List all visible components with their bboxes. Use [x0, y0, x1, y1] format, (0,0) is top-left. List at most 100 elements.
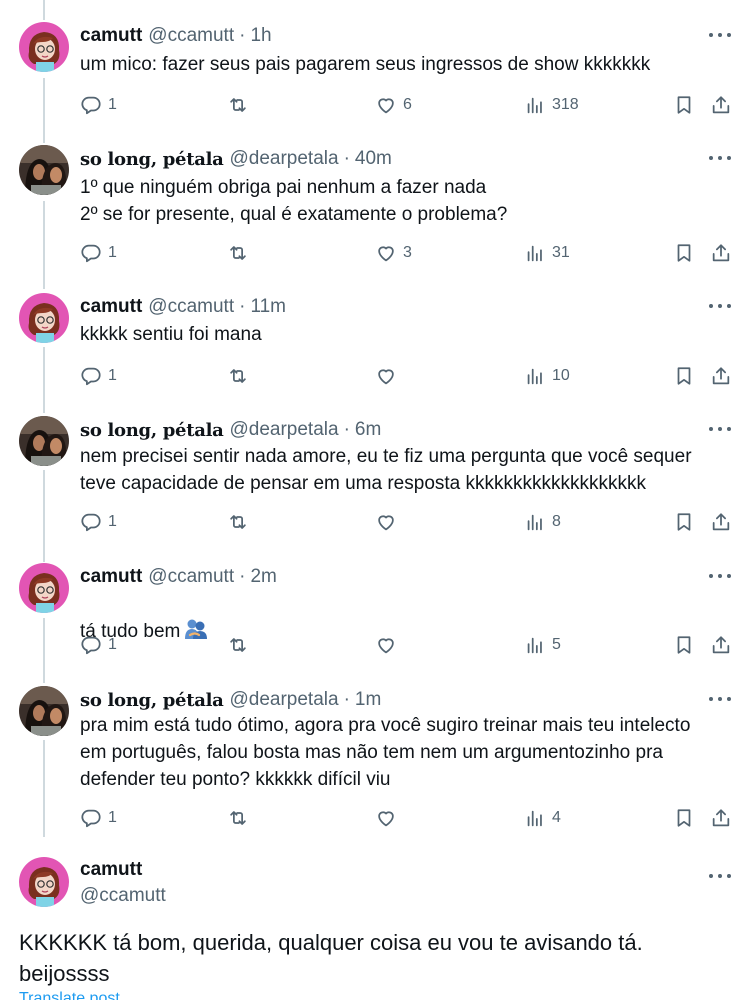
more-options-icon[interactable]: [709, 422, 731, 436]
share-icon: [712, 636, 730, 654]
bookmark-button[interactable]: [673, 241, 695, 265]
share-button[interactable]: [710, 633, 732, 657]
more-options-icon[interactable]: [709, 869, 731, 883]
analytics-icon: [527, 368, 542, 385]
display-name[interactable]: camutt: [80, 857, 166, 883]
reply-button[interactable]: 1: [80, 364, 117, 388]
bookmark-icon: [677, 367, 691, 385]
bookmark-button[interactable]: [673, 93, 695, 117]
timestamp[interactable]: 6m: [355, 419, 381, 441]
user-handle[interactable]: @ccamutt: [148, 296, 234, 318]
tweet-text: um mico: fazer seus pais pagarem seus in…: [80, 54, 651, 75]
translate-post-link[interactable]: Translate post: [19, 990, 120, 1000]
tweet[interactable]: so long, pétala @dearpetala · 6m nem pre…: [0, 416, 749, 541]
share-button[interactable]: [710, 806, 732, 830]
share-button[interactable]: [710, 364, 732, 388]
avatar[interactable]: [19, 686, 69, 736]
reply-button[interactable]: 1: [80, 93, 117, 117]
share-button[interactable]: [710, 510, 732, 534]
bookmark-button[interactable]: [673, 633, 695, 657]
views-button[interactable]: 5: [524, 633, 561, 657]
user-handle[interactable]: @dearpetala: [229, 419, 338, 441]
timestamp[interactable]: 1h: [250, 25, 271, 47]
bookmark-button[interactable]: [673, 806, 695, 830]
avatar[interactable]: [19, 857, 69, 907]
more-options-icon[interactable]: [709, 151, 731, 165]
avatar[interactable]: [19, 145, 69, 195]
bookmark-icon: [677, 809, 691, 827]
bookmark-icon: [677, 636, 691, 654]
more-options-icon[interactable]: [709, 28, 731, 42]
repost-button[interactable]: [227, 633, 255, 657]
view-count: 8: [552, 513, 561, 530]
timestamp[interactable]: 2m: [250, 566, 276, 588]
display-name[interactable]: so long, pétala: [80, 420, 224, 441]
user-handle[interactable]: @ccamutt: [80, 883, 166, 909]
repost-button[interactable]: [227, 510, 255, 534]
share-button[interactable]: [710, 93, 732, 117]
display-name[interactable]: camutt: [80, 25, 142, 47]
reply-button[interactable]: 1: [80, 510, 117, 534]
reply-button[interactable]: 1: [80, 241, 117, 265]
repost-button[interactable]: [227, 93, 255, 117]
like-button[interactable]: [375, 510, 403, 534]
reply-icon: [81, 513, 101, 532]
separator-dot: ·: [343, 689, 350, 710]
display-name[interactable]: so long, pétala: [80, 149, 224, 170]
more-options-icon[interactable]: [709, 692, 731, 706]
reply-count: 1: [108, 96, 117, 113]
like-button[interactable]: 3: [375, 241, 412, 265]
tweet[interactable]: camutt @ccamutt · 11m kkkkk sentiu foi m…: [0, 293, 749, 393]
like-button[interactable]: [375, 633, 403, 657]
views-button[interactable]: 31: [524, 241, 570, 265]
like-button[interactable]: [375, 806, 403, 830]
views-button[interactable]: 10: [524, 364, 570, 388]
separator-dot: ·: [343, 148, 350, 169]
more-options-icon[interactable]: [709, 299, 731, 313]
views-button[interactable]: 8: [524, 510, 561, 534]
heart-icon: [378, 246, 394, 262]
tweet[interactable]: camutt @ccamutt · 2m tá tudo bem 1 5: [0, 563, 749, 663]
avatar[interactable]: [19, 563, 69, 613]
tweet[interactable]: so long, pétala @dearpetala · 40m 1º que…: [0, 145, 749, 270]
bookmark-button[interactable]: [673, 364, 695, 388]
share-icon: [712, 244, 730, 262]
like-button[interactable]: 6: [375, 93, 412, 117]
bookmark-button[interactable]: [673, 510, 695, 534]
bookmark-icon: [677, 96, 691, 114]
views-button[interactable]: 4: [524, 806, 561, 830]
repost-icon: [230, 811, 246, 825]
display-name[interactable]: so long, pétala: [80, 690, 224, 711]
avatar[interactable]: [19, 293, 69, 343]
views-button[interactable]: 318: [524, 93, 579, 117]
avatar[interactable]: [19, 22, 69, 72]
view-count: 4: [552, 809, 561, 826]
user-handle[interactable]: @dearpetala: [229, 689, 338, 711]
timestamp[interactable]: 11m: [250, 296, 286, 318]
reply-button[interactable]: 1: [80, 633, 117, 657]
user-handle[interactable]: @ccamutt: [148, 25, 234, 47]
repost-button[interactable]: [227, 364, 255, 388]
user-handle[interactable]: @ccamutt: [148, 566, 234, 588]
more-options-icon[interactable]: [709, 569, 731, 583]
repost-button[interactable]: [227, 806, 255, 830]
focused-tweet[interactable]: camutt @ccamutt KKKKKK tá bom, querida, …: [0, 857, 749, 1000]
display-name[interactable]: camutt: [80, 566, 142, 588]
separator-dot: ·: [239, 566, 246, 587]
avatar[interactable]: [19, 416, 69, 466]
reply-button[interactable]: 1: [80, 806, 117, 830]
tweet[interactable]: camutt @ccamutt · 1h um mico: fazer seus…: [0, 22, 749, 142]
view-count: 31: [552, 244, 570, 261]
like-button[interactable]: [375, 364, 403, 388]
tweet[interactable]: so long, pétala @dearpetala · 1m pra mim…: [0, 686, 749, 836]
share-icon: [712, 367, 730, 385]
heart-icon: [378, 638, 394, 654]
timestamp[interactable]: 1m: [355, 689, 381, 711]
display-name[interactable]: camutt: [80, 296, 142, 318]
repost-button[interactable]: [227, 241, 255, 265]
timestamp[interactable]: 40m: [355, 148, 392, 170]
user-handle[interactable]: @dearpetala: [229, 148, 338, 170]
reply-icon: [81, 809, 101, 828]
share-button[interactable]: [710, 241, 732, 265]
tweet-actions: 1 8: [80, 510, 740, 534]
